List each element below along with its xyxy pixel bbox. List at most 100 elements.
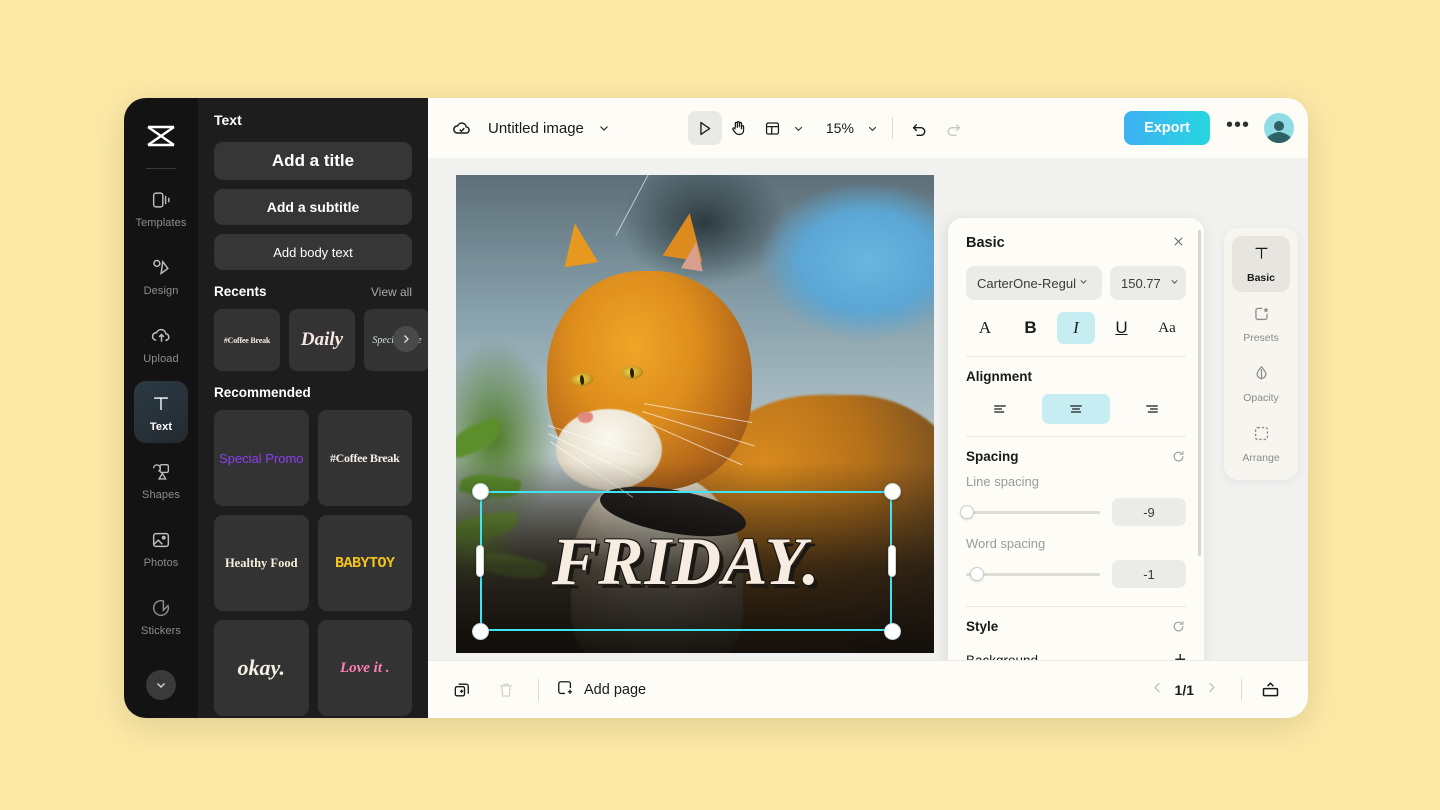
recent-thumb[interactable]: Daily (289, 309, 355, 371)
resize-handle-left[interactable] (476, 545, 484, 577)
add-subtitle-button[interactable]: Add a subtitle (214, 189, 412, 225)
font-family-select[interactable]: CarterOne-Regul (966, 266, 1102, 300)
word-spacing-row: -1 (966, 560, 1186, 588)
view-all-link[interactable]: View all (371, 285, 412, 299)
trash-icon[interactable] (490, 674, 522, 706)
recommended-grid: Special Promo #Coffee Break Healthy Food… (214, 410, 412, 716)
resize-handle-top-right[interactable] (883, 482, 901, 500)
avatar[interactable] (1264, 113, 1294, 143)
reset-icon[interactable] (1171, 619, 1186, 634)
tool-basic[interactable]: Basic (1232, 236, 1290, 292)
more-horizontal-icon[interactable]: ••• (1220, 114, 1256, 137)
recommended-card[interactable]: BABYTOY (317, 515, 412, 611)
recommended-title: Recommended (214, 385, 311, 400)
recommended-card[interactable]: okay. (214, 620, 309, 716)
background-row[interactable]: Background + (966, 650, 1186, 660)
style-header: Style (966, 619, 1186, 634)
line-spacing-knob[interactable] (960, 505, 975, 519)
sidebar-item-design[interactable]: Design (134, 245, 188, 307)
chevron-down-icon[interactable] (864, 112, 882, 144)
sidebar-item-shapes[interactable]: Shapes (134, 449, 188, 511)
recommended-card[interactable]: #Coffee Break (317, 410, 412, 506)
bold-button[interactable]: B (1012, 312, 1050, 344)
document-name[interactable]: Untitled image (488, 120, 584, 137)
alignment-row (966, 394, 1186, 424)
canvas-area[interactable]: FRIDAY. Basic CarterOne-Regul 150.77 A B… (428, 158, 1308, 660)
close-icon[interactable] (1171, 234, 1186, 252)
properties-scrollbar[interactable] (1198, 230, 1201, 556)
text-panel: Text Add a title Add a subtitle Add body… (198, 98, 428, 718)
align-center-button[interactable] (1042, 394, 1110, 424)
line-spacing-value[interactable]: -9 (1112, 498, 1186, 526)
duplicate-page-icon[interactable] (446, 674, 478, 706)
recent-thumb-label: Daily (300, 329, 344, 350)
sidebar-item-text[interactable]: Text (134, 381, 188, 443)
recommended-card-label: okay. (237, 655, 285, 680)
select-tool-button[interactable] (687, 111, 722, 145)
avatar-body (1270, 132, 1288, 143)
font-family-value: CarterOne-Regul (977, 275, 1076, 291)
sidebar-item-stickers[interactable]: Stickers (134, 585, 188, 647)
word-spacing-slider[interactable] (966, 567, 1100, 581)
cloud-saved-icon[interactable] (446, 112, 478, 144)
reset-icon[interactable] (1171, 449, 1186, 464)
font-color-button[interactable]: A (966, 312, 1004, 344)
add-page-button[interactable]: Add page (555, 678, 646, 702)
app-window: Templates Design Upload Text Shapes Phot… (124, 98, 1308, 718)
resize-handle-bottom-left[interactable] (471, 622, 489, 640)
next-page-button[interactable] (1194, 679, 1229, 700)
properties-header: Basic (966, 234, 1186, 252)
resize-handle-bottom-right[interactable] (883, 622, 901, 640)
sidebar-item-upload[interactable]: Upload (134, 313, 188, 375)
layout-tool-button[interactable] (756, 111, 790, 145)
artboard[interactable]: FRIDAY. (456, 175, 934, 653)
capcut-logo-icon[interactable] (138, 114, 184, 158)
present-icon[interactable] (1254, 674, 1286, 706)
font-size-select[interactable]: 150.77 (1110, 266, 1186, 300)
italic-button[interactable]: I (1057, 312, 1095, 344)
canvas-text[interactable]: FRIDAY. (480, 527, 892, 595)
tool-arrange[interactable]: Arrange (1232, 416, 1290, 472)
opacity-drop-icon (1252, 364, 1271, 388)
prev-page-button[interactable] (1140, 679, 1175, 700)
plus-icon[interactable]: + (1174, 650, 1186, 660)
chevron-right-icon[interactable] (393, 326, 419, 352)
recommended-card[interactable]: Healthy Food (214, 515, 309, 611)
line-spacing-slider[interactable] (960, 505, 1100, 519)
hand-tool-button[interactable] (722, 111, 756, 145)
sticker-icon (149, 596, 173, 620)
chevron-down-icon[interactable] (146, 670, 176, 700)
recommended-card[interactable]: Love it . (317, 620, 412, 716)
recommended-card[interactable]: Special Promo (214, 410, 309, 506)
add-title-button[interactable]: Add a title (214, 142, 412, 180)
sidebar-item-templates[interactable]: Templates (134, 177, 188, 239)
sidebar-label: Shapes (142, 488, 180, 501)
undo-button[interactable] (903, 111, 937, 145)
recent-thumb-label: #Coffee Break (223, 335, 271, 345)
text-object[interactable]: FRIDAY. (471, 482, 901, 640)
underline-button[interactable]: U (1103, 312, 1141, 344)
chevron-down-icon[interactable] (790, 112, 808, 144)
recent-thumb[interactable]: #Coffee Break (214, 309, 280, 371)
tool-presets[interactable]: Presets (1232, 296, 1290, 352)
text-case-button[interactable]: Aa (1148, 312, 1186, 344)
resize-handle-top-left[interactable] (471, 482, 489, 500)
resize-handle-right[interactable] (888, 545, 896, 577)
toolbar-divider (891, 117, 893, 139)
recommended-header: Recommended (214, 385, 412, 400)
sidebar-item-photos[interactable]: Photos (134, 517, 188, 579)
add-body-text-button[interactable]: Add body text (214, 234, 412, 270)
word-spacing-value[interactable]: -1 (1112, 560, 1186, 588)
sidebar-label: Text (149, 420, 173, 433)
templates-icon (149, 188, 173, 212)
redo-button[interactable] (937, 111, 971, 145)
zoom-level[interactable]: 15% (826, 120, 854, 136)
export-button[interactable]: Export (1124, 111, 1210, 145)
align-right-button[interactable] (1118, 394, 1186, 424)
font-color-glyph: A (978, 318, 992, 337)
word-spacing-knob[interactable] (969, 567, 984, 581)
align-left-button[interactable] (966, 394, 1034, 424)
tool-opacity[interactable]: Opacity (1232, 356, 1290, 412)
add-page-icon (555, 678, 575, 702)
chevron-down-icon[interactable] (588, 112, 620, 144)
